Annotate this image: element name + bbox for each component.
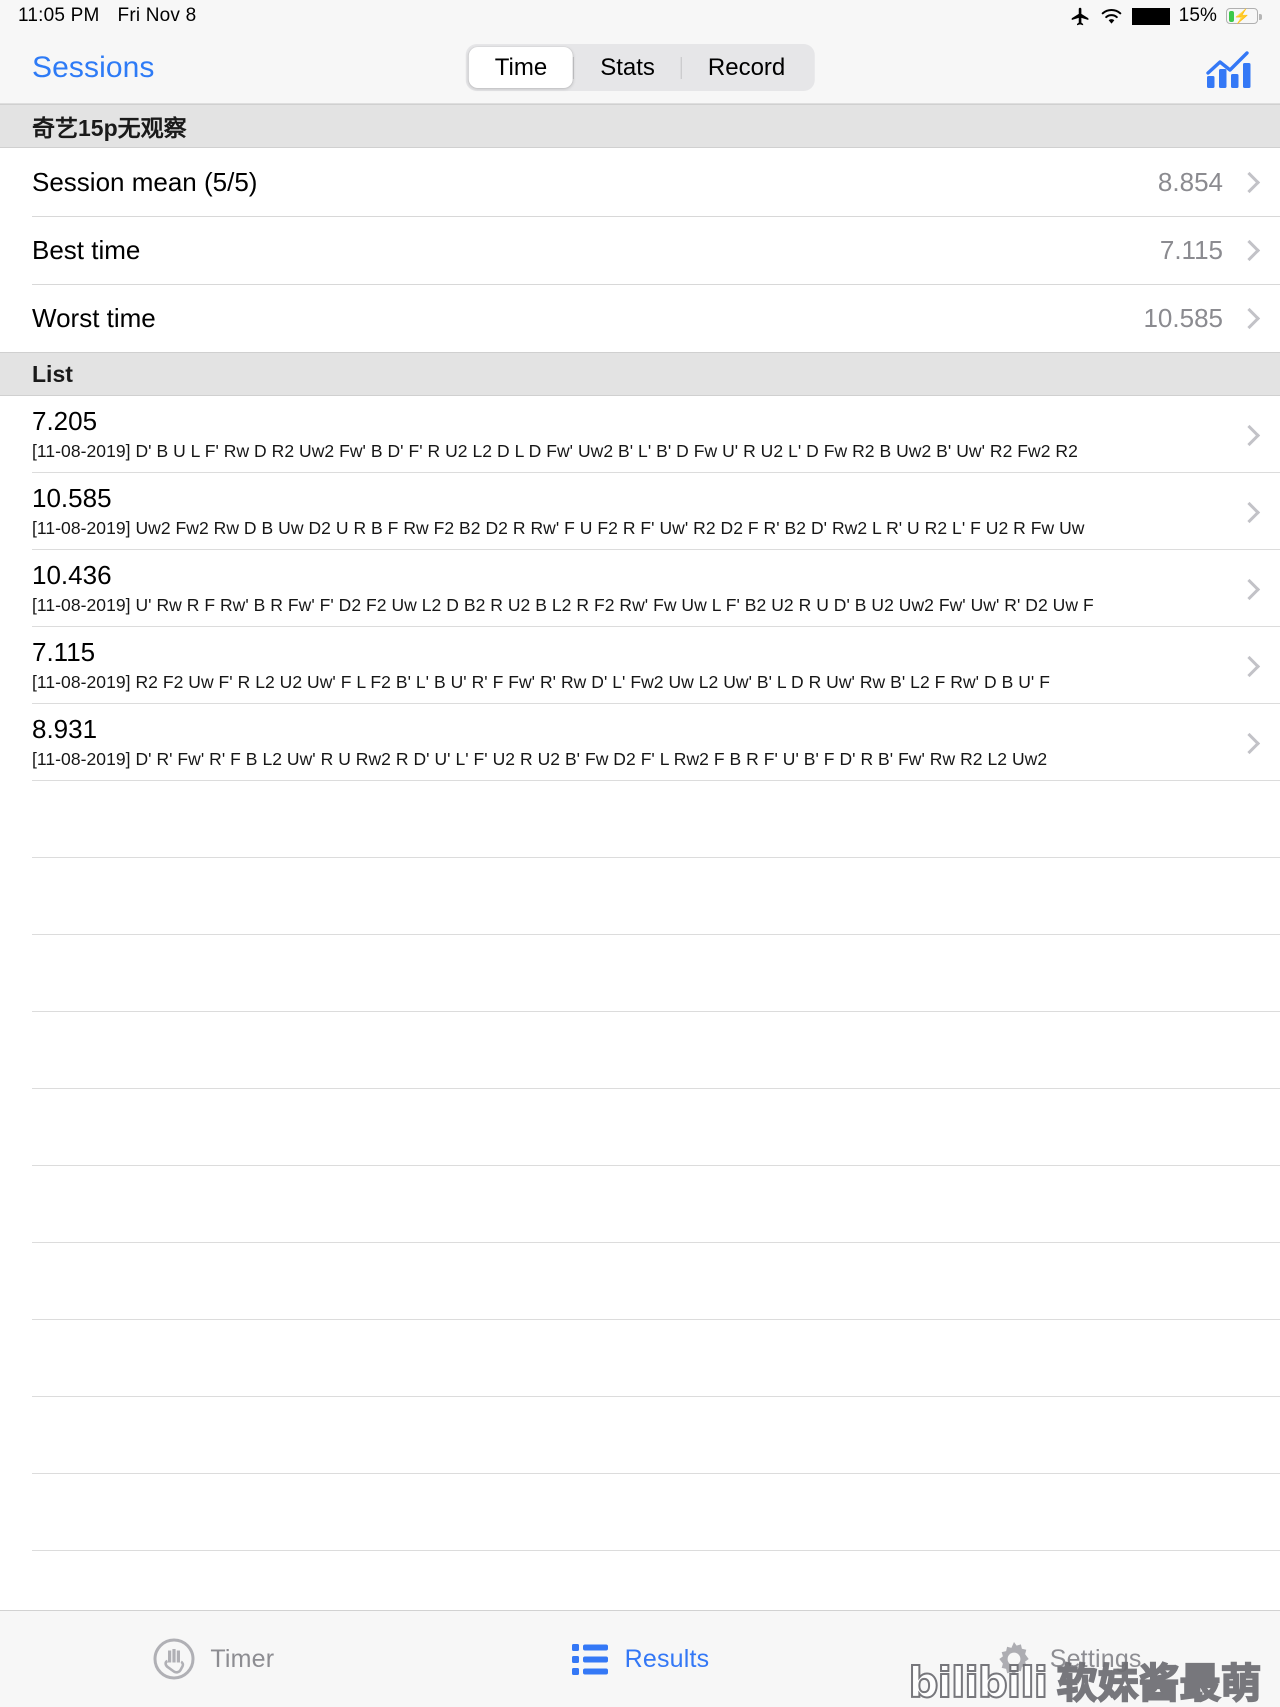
tab-timer[interactable]: Timer	[0, 1637, 427, 1681]
chevron-right-icon	[1241, 501, 1254, 523]
table-row[interactable]: 8.931 [11-08-2019] D' R' Fw' R' F B L2 U…	[0, 704, 1280, 781]
bar-chart-icon[interactable]	[1202, 45, 1254, 91]
tab-label: Timer	[210, 1644, 275, 1673]
wifi-icon	[1100, 7, 1123, 26]
empty-list-row	[0, 1320, 1280, 1397]
tab-results[interactable]: Results	[427, 1641, 854, 1677]
gear-icon	[992, 1637, 1036, 1681]
empty-list-row	[0, 1551, 1280, 1610]
summary-row-worst-time[interactable]: Worst time 10.585	[0, 284, 1280, 352]
tab-bar: Timer Results Settings bilibili 软妹酱最萌	[0, 1610, 1280, 1707]
charging-bolt-icon: ⚡	[1233, 8, 1251, 24]
navigation-bar: Sessions Time Stats Record	[0, 32, 1280, 104]
chevron-right-icon	[1241, 307, 1254, 329]
empty-list-row	[0, 1089, 1280, 1166]
summary-label: Worst time	[32, 302, 156, 333]
chevron-right-icon	[1241, 578, 1254, 600]
status-bar-left: 11:05 PM Fri Nov 8	[18, 5, 196, 27]
airplane-icon	[1070, 6, 1091, 27]
summary-value: 7.115	[1159, 234, 1223, 265]
result-scramble: [11-08-2019] U' Rw R F Rw' B R Fw' F' D2…	[32, 594, 1094, 615]
summary-label: Best time	[32, 234, 141, 265]
summary-label: Session mean (5/5)	[32, 166, 258, 197]
empty-list-row	[0, 858, 1280, 935]
status-date: Fri Nov 8	[117, 5, 197, 26]
row-texts: 10.436 [11-08-2019] U' Rw R F Rw' B R Fw…	[32, 560, 1223, 615]
hand-timer-icon	[152, 1637, 196, 1681]
row-texts: 8.931 [11-08-2019] D' R' Fw' R' F B L2 U…	[32, 714, 1223, 769]
summary-row-best-time[interactable]: Best time 7.115	[0, 216, 1280, 284]
back-button-sessions[interactable]: Sessions	[32, 51, 155, 85]
redacted-status-item	[1131, 7, 1170, 25]
row-texts: 7.205 [11-08-2019] D' B U L F' Rw D R2 U…	[32, 406, 1223, 461]
table-row[interactable]: 7.115 [11-08-2019] R2 F2 Uw F' R L2 U2 U…	[0, 627, 1280, 704]
battery-icon: ⚡	[1226, 8, 1262, 24]
row-texts: 7.115 [11-08-2019] R2 F2 Uw F' R L2 U2 U…	[32, 637, 1223, 692]
table-row[interactable]: 10.436 [11-08-2019] U' Rw R F Rw' B R Fw…	[0, 550, 1280, 627]
session-section-header: 奇艺15p无观察	[0, 104, 1280, 148]
result-scramble: [11-08-2019] R2 F2 Uw F' R L2 U2 Uw' F L…	[32, 671, 1050, 692]
tab-settings[interactable]: Settings	[853, 1637, 1280, 1681]
battery-percent: 15%	[1178, 5, 1217, 26]
empty-rows-container	[0, 781, 1280, 1610]
result-time: 10.585	[32, 483, 112, 514]
tab-label: Settings	[1049, 1644, 1142, 1673]
segment-record[interactable]: Record	[682, 47, 811, 88]
summary-value: 10.585	[1143, 302, 1223, 333]
empty-list-row	[0, 781, 1280, 858]
list-section-header: List	[0, 352, 1280, 396]
summary-value: 8.854	[1157, 166, 1223, 197]
table-row[interactable]: 10.585 [11-08-2019] Uw2 Fw2 Rw D B Uw D2…	[0, 473, 1280, 550]
chevron-right-icon	[1241, 655, 1254, 677]
result-scramble: [11-08-2019] Uw2 Fw2 Rw D B Uw D2 U R B …	[32, 517, 1085, 538]
result-time: 7.115	[32, 637, 96, 668]
summary-row-session-mean[interactable]: Session mean (5/5) 8.854	[0, 148, 1280, 216]
empty-list-row	[0, 1166, 1280, 1243]
empty-list-row	[0, 1243, 1280, 1320]
segment-stats[interactable]: Stats	[574, 47, 681, 88]
result-scramble: [11-08-2019] D' R' Fw' R' F B L2 Uw' R U…	[32, 748, 1048, 769]
tab-label: Results	[624, 1644, 710, 1673]
result-time: 8.931	[32, 714, 98, 745]
segment-time[interactable]: Time	[468, 47, 574, 88]
empty-list-row	[0, 935, 1280, 1012]
chevron-right-icon	[1241, 171, 1254, 193]
empty-list-row	[0, 1012, 1280, 1089]
chevron-right-icon	[1241, 732, 1254, 754]
results-list[interactable]: 7.205 [11-08-2019] D' B U L F' Rw D R2 U…	[0, 396, 1280, 1610]
status-time: 11:05 PM	[18, 5, 100, 26]
segmented-control[interactable]: Time Stats Record	[465, 44, 815, 91]
app-screen: 11:05 PM Fri Nov 8 15% ⚡ Sessions Time S…	[0, 0, 1280, 1707]
list-bullets-icon	[571, 1641, 611, 1677]
result-time: 7.205	[32, 406, 98, 437]
empty-list-row	[0, 1474, 1280, 1551]
status-bar-right: 15% ⚡	[1070, 5, 1262, 27]
result-scramble: [11-08-2019] D' B U L F' Rw D R2 Uw2 Fw'…	[32, 440, 1078, 461]
status-bar: 11:05 PM Fri Nov 8 15% ⚡	[0, 0, 1280, 32]
chevron-right-icon	[1241, 239, 1254, 261]
table-row[interactable]: 7.205 [11-08-2019] D' B U L F' Rw D R2 U…	[0, 396, 1280, 473]
empty-list-row	[0, 1397, 1280, 1474]
chevron-right-icon	[1241, 424, 1254, 446]
row-texts: 10.585 [11-08-2019] Uw2 Fw2 Rw D B Uw D2…	[32, 483, 1223, 538]
result-time: 10.436	[32, 560, 112, 591]
